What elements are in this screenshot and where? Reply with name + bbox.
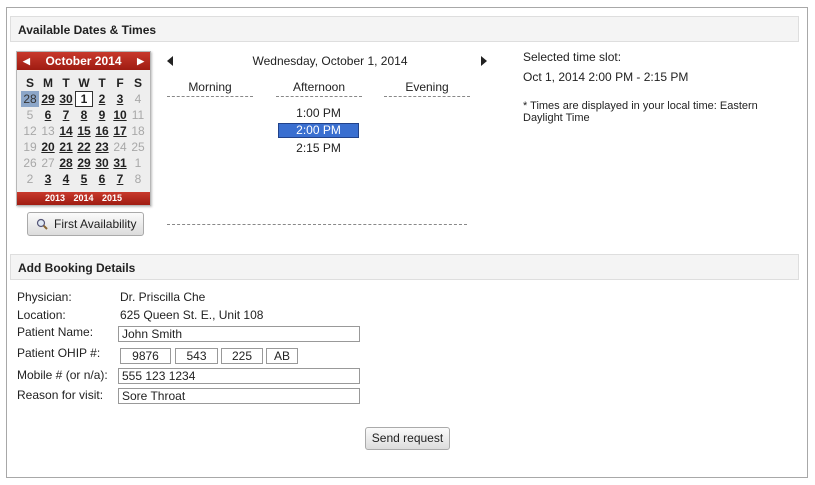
calendar-day[interactable]: 29	[39, 91, 57, 107]
calendar-day[interactable]: 1	[75, 91, 93, 107]
ohip-part3-input[interactable]: 225	[221, 348, 263, 364]
booking-details-header: Add Booking Details	[10, 254, 799, 280]
send-request-button[interactable]: Send request	[365, 427, 450, 450]
calendar-day[interactable]: 3	[39, 171, 57, 187]
calendar-day: 1	[134, 156, 142, 170]
calendar-day[interactable]: 7	[57, 107, 75, 123]
physician-value: Dr. Priscilla Che	[120, 290, 206, 304]
timezone-note: * Times are displayed in your local time…	[523, 100, 758, 124]
calendar-day[interactable]: 28	[21, 91, 39, 107]
period-evening: Evening	[384, 80, 470, 97]
calendar-day[interactable]: 7	[111, 171, 129, 187]
calendar-day[interactable]: 6	[39, 107, 57, 123]
calendar-day[interactable]: 2	[93, 91, 111, 107]
mini-calendar: ◀ October 2014 ▶ S M T W T F S 28 29 30 1 2 3 4 5 6 7 8 9 1…	[16, 51, 151, 206]
weekday-header: S	[133, 76, 142, 90]
available-dates-header: Available Dates & Times	[10, 16, 799, 42]
ohip-version-input[interactable]: AB	[266, 348, 298, 364]
schedule-date-title: Wednesday, October 1, 2014	[252, 54, 408, 68]
calendar-day[interactable]: 29	[75, 155, 93, 171]
location-value: 625 Queen St. E., Unit 108	[120, 308, 264, 322]
calendar-day[interactable]: 16	[93, 123, 111, 139]
first-availability-label: First Availability	[54, 217, 137, 231]
weekday-header: M	[43, 76, 53, 90]
calendar-day: 26	[23, 156, 37, 170]
calendar-day: 8	[134, 172, 142, 186]
physician-label: Physician:	[17, 290, 72, 304]
magnifier-icon	[36, 218, 48, 230]
calendar-day[interactable]: 10	[111, 107, 129, 123]
calendar-day[interactable]: 3	[111, 91, 129, 107]
patient-name-label: Patient Name:	[17, 325, 94, 339]
calendar-grid: S M T W T F S 28 29 30 1 2 3 4 5 6 7 8 9 10 11 12 13 14 15 16 17 18…	[17, 70, 150, 187]
calendar-day[interactable]: 5	[75, 171, 93, 187]
selected-slot-value: Oct 1, 2014 2:00 PM - 2:15 PM	[523, 70, 689, 84]
period-afternoon: Afternoon	[276, 80, 362, 97]
calendar-day[interactable]: 28	[57, 155, 75, 171]
mobile-label: Mobile # (or n/a):	[17, 368, 108, 382]
time-slot-selected[interactable]: 2:00 PM	[278, 123, 359, 138]
calendar-day: 27	[41, 156, 55, 170]
calendar-day: 12	[23, 124, 37, 138]
time-slot[interactable]: 2:15 PM	[278, 141, 359, 156]
calendar-day[interactable]: 20	[39, 139, 57, 155]
calendar-day: 25	[131, 140, 145, 154]
calendar-day: 11	[131, 108, 145, 122]
calendar-day[interactable]: 15	[75, 123, 93, 139]
first-availability-button[interactable]: First Availability	[27, 212, 144, 236]
calendar-day: 2	[26, 172, 34, 186]
calendar-day[interactable]: 4	[57, 171, 75, 187]
calendar-header: ◀ October 2014 ▶	[17, 52, 150, 70]
calendar-day: 13	[41, 124, 55, 138]
patient-name-input[interactable]: John Smith	[118, 326, 360, 342]
next-month-arrow-icon[interactable]: ▶	[137, 52, 144, 70]
ohip-label: Patient OHIP #:	[17, 346, 101, 360]
weekday-header: W	[78, 76, 90, 90]
weekday-header: S	[25, 76, 34, 90]
selected-slot-label: Selected time slot:	[523, 50, 622, 64]
reason-label: Reason for visit:	[17, 388, 104, 402]
calendar-day[interactable]: 30	[93, 155, 111, 171]
calendar-day: 24	[113, 140, 127, 154]
calendar-month-label: October 2014	[45, 54, 122, 68]
period-morning: Morning	[167, 80, 253, 97]
calendar-day[interactable]: 14	[57, 123, 75, 139]
calendar-day[interactable]: 17	[111, 123, 129, 139]
calendar-day: 4	[134, 92, 142, 106]
calendar-year-bar: 2013 2014 2015	[17, 192, 150, 205]
weekday-header: F	[116, 76, 124, 90]
weekday-header: T	[98, 76, 106, 90]
calendar-day[interactable]: 8	[75, 107, 93, 123]
year-2013-link[interactable]: 2013	[45, 193, 65, 203]
location-label: Location:	[17, 308, 66, 322]
calendar-day: 18	[131, 124, 145, 138]
calendar-day[interactable]: 9	[93, 107, 111, 123]
calendar-day[interactable]: 23	[93, 139, 111, 155]
calendar-day[interactable]: 21	[57, 139, 75, 155]
calendar-day[interactable]: 6	[93, 171, 111, 187]
calendar-day: 19	[23, 140, 37, 154]
ohip-part1-input[interactable]: 9876	[120, 348, 171, 364]
calendar-day[interactable]: 22	[75, 139, 93, 155]
calendar-day[interactable]: 30	[57, 91, 75, 107]
reason-input[interactable]: Sore Throat	[118, 388, 360, 404]
year-2015-link[interactable]: 2015	[102, 193, 122, 203]
weekday-header: T	[62, 76, 70, 90]
mobile-input[interactable]: 555 123 1234	[118, 368, 360, 384]
schedule-divider	[167, 224, 467, 225]
calendar-day[interactable]: 31	[111, 155, 129, 171]
next-day-arrow-icon[interactable]	[481, 56, 487, 66]
prev-day-arrow-icon[interactable]	[167, 56, 173, 66]
time-slot[interactable]: 1:00 PM	[278, 106, 359, 121]
year-2014-link[interactable]: 2014	[73, 193, 93, 203]
calendar-day: 5	[26, 108, 34, 122]
ohip-part2-input[interactable]: 543	[175, 348, 218, 364]
prev-month-arrow-icon[interactable]: ◀	[23, 52, 30, 70]
